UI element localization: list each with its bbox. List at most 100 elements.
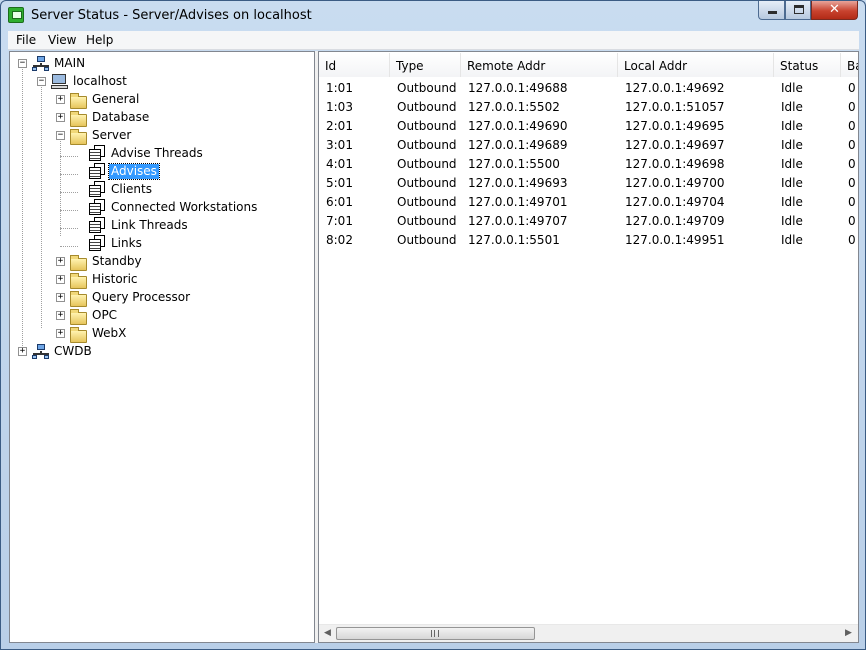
tree-item-label: OPC	[92, 308, 118, 322]
tree-item-query-processor[interactable]: + Query Processor	[10, 289, 310, 307]
folder-icon	[70, 255, 87, 271]
collapse-icon[interactable]: −	[37, 77, 46, 86]
table-cell: 2:01	[326, 119, 353, 133]
close-button[interactable]: ✕	[811, 1, 858, 20]
table-row[interactable]: 3:01 Outbound 127.0.0.1:49689 127.0.0.1:496…	[319, 135, 858, 154]
tree-item-label: Advise Threads	[111, 146, 203, 160]
tree-item-label: MAIN	[54, 56, 86, 70]
table-cell: 1:03	[326, 100, 353, 114]
maximize-button[interactable]	[785, 1, 811, 20]
advises-list-view[interactable]: IdTypeRemote AddrLocal AddrStatusBa 1:01…	[318, 51, 859, 643]
folder-icon	[70, 129, 87, 145]
folder-icon	[70, 93, 87, 109]
scroll-thumb[interactable]	[336, 627, 535, 640]
tree-item-standby[interactable]: + Standby	[10, 253, 310, 271]
horizontal-scrollbar[interactable]: ◀ ▶	[319, 624, 858, 642]
table-cell: 127.0.0.1:49707	[468, 214, 568, 228]
scroll-left-arrow-icon[interactable]: ◀	[319, 625, 336, 642]
table-cell: Outbound	[397, 81, 457, 95]
table-cell: 7:01	[326, 214, 353, 228]
table-row[interactable]: 5:01 Outbound 127.0.0.1:49693 127.0.0.1:497…	[319, 173, 858, 192]
column-header-remote-addr[interactable]: Remote Addr	[461, 53, 618, 77]
table-cell: Idle	[781, 138, 803, 152]
tree-item-general[interactable]: + General	[10, 91, 310, 109]
tree-item-advises[interactable]: Advises	[10, 163, 310, 181]
table-cell: 127.0.0.1:49695	[625, 119, 725, 133]
expand-icon[interactable]: +	[56, 311, 65, 320]
tree-item-label: CWDB	[54, 344, 92, 358]
table-cell: 127.0.0.1:49690	[468, 119, 568, 133]
table-row[interactable]: 1:01 Outbound 127.0.0.1:49688 127.0.0.1:496…	[319, 78, 858, 97]
tree-item-clients[interactable]: Clients	[10, 181, 310, 199]
tree-item-label: Advises	[108, 163, 160, 180]
table-row[interactable]: 8:02 Outbound 127.0.0.1:5501 127.0.0.1:4995…	[319, 230, 858, 249]
network-icon	[32, 56, 50, 72]
expand-icon[interactable]: +	[56, 95, 65, 104]
tree-item-database[interactable]: + Database	[10, 109, 310, 127]
column-header-type[interactable]: Type	[390, 53, 461, 77]
table-row[interactable]: 2:01 Outbound 127.0.0.1:49690 127.0.0.1:496…	[319, 116, 858, 135]
tree-item-webx[interactable]: + WebX	[10, 325, 310, 343]
expand-icon[interactable]: +	[56, 293, 65, 302]
tree-item-opc[interactable]: + OPC	[10, 307, 310, 325]
tree-item-link-threads[interactable]: Link Threads	[10, 217, 310, 235]
table-row[interactable]: 7:01 Outbound 127.0.0.1:49707 127.0.0.1:497…	[319, 211, 858, 230]
table-cell: 127.0.0.1:49697	[625, 138, 725, 152]
table-cell: 0	[848, 214, 856, 228]
table-row[interactable]: 4:01 Outbound 127.0.0.1:5500 127.0.0.1:4969…	[319, 154, 858, 173]
table-cell: 127.0.0.1:5500	[468, 157, 560, 171]
expand-icon[interactable]: +	[56, 329, 65, 338]
tree-item-connected-workstations[interactable]: Connected Workstations	[10, 199, 310, 217]
expand-icon[interactable]: +	[18, 347, 27, 356]
table-cell: Idle	[781, 119, 803, 133]
tree-item-cwdb[interactable]: + CWDB	[10, 343, 310, 361]
table-cell: 127.0.0.1:49700	[625, 176, 725, 190]
table-cell: 0	[848, 138, 856, 152]
table-cell: Outbound	[397, 138, 457, 152]
tree-item-historic[interactable]: + Historic	[10, 271, 310, 289]
table-cell: Idle	[781, 214, 803, 228]
menu-file[interactable]: File	[16, 33, 36, 47]
tree-item-advise-threads[interactable]: Advise Threads	[10, 145, 310, 163]
table-cell: 1:01	[326, 81, 353, 95]
table-cell: Outbound	[397, 214, 457, 228]
tree-item-links[interactable]: Links	[10, 235, 310, 253]
scroll-right-arrow-icon[interactable]: ▶	[840, 625, 857, 642]
collapse-icon[interactable]: −	[56, 131, 65, 140]
tree-item-label: localhost	[73, 74, 127, 88]
tree-item-label: Historic	[92, 272, 138, 286]
table-row[interactable]: 1:03 Outbound 127.0.0.1:5502 127.0.0.1:5105…	[319, 97, 858, 116]
collapse-icon[interactable]: −	[18, 59, 27, 68]
table-cell: 127.0.0.1:49951	[625, 233, 725, 247]
table-row[interactable]: 6:01 Outbound 127.0.0.1:49701 127.0.0.1:497…	[319, 192, 858, 211]
table-cell: 127.0.0.1:49704	[625, 195, 725, 209]
tree-item-main[interactable]: − MAIN	[10, 55, 310, 73]
table-cell: Outbound	[397, 195, 457, 209]
minimize-button[interactable]	[758, 1, 785, 20]
menu-help[interactable]: Help	[86, 33, 113, 47]
expand-icon[interactable]: +	[56, 257, 65, 266]
table-cell: Outbound	[397, 100, 457, 114]
table-cell: Outbound	[397, 157, 457, 171]
column-header-status[interactable]: Status	[774, 53, 841, 77]
table-cell: Outbound	[397, 176, 457, 190]
tree-item-server[interactable]: − Server	[10, 127, 310, 145]
tree-view[interactable]: − MAIN − localhost + General + Database − Server A…	[9, 51, 315, 643]
table-cell: 0	[848, 81, 856, 95]
folder-icon	[70, 291, 87, 307]
column-header-local-addr[interactable]: Local Addr	[618, 53, 774, 77]
table-cell: 127.0.0.1:49701	[468, 195, 568, 209]
window-title: Server Status - Server/Advises on localh…	[31, 8, 312, 23]
expand-icon[interactable]: +	[56, 113, 65, 122]
expand-icon[interactable]: +	[56, 275, 65, 284]
grip-icon	[431, 630, 439, 637]
menu-view[interactable]: View	[48, 33, 76, 47]
table-cell: 0	[848, 195, 856, 209]
folder-icon	[70, 327, 87, 343]
title-bar[interactable]: Server Status - Server/Advises on localh…	[1, 1, 865, 31]
tree-item-localhost[interactable]: − localhost	[10, 73, 310, 91]
column-header-ba[interactable]: Ba	[841, 53, 858, 77]
column-header-id[interactable]: Id	[319, 53, 390, 77]
document-icon	[89, 181, 106, 198]
table-cell: Outbound	[397, 119, 457, 133]
